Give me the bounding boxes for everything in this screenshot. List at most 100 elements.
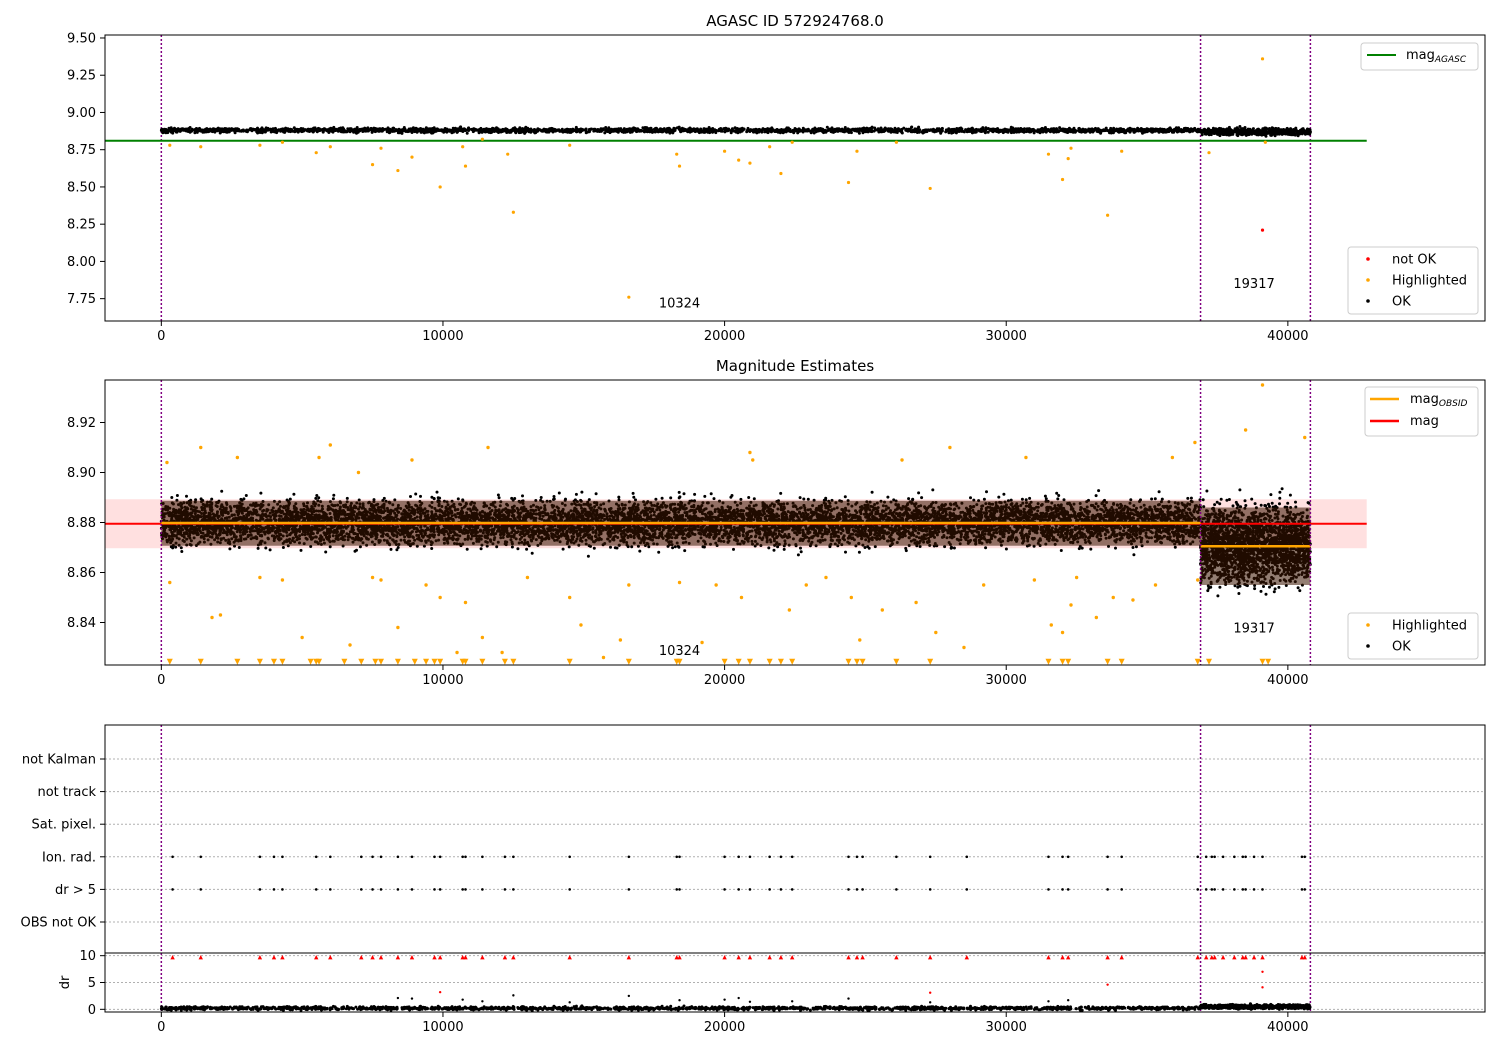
- ok-point: [1264, 134, 1268, 138]
- panel-title: AGASC ID 572924768.0: [706, 12, 884, 30]
- panel-title: Magnitude Estimates: [716, 357, 874, 375]
- ok-point: [387, 130, 391, 133]
- ok-point: [1203, 132, 1207, 136]
- ok-point: [315, 129, 319, 133]
- ok-point: [694, 127, 698, 131]
- ok-point: [825, 129, 829, 133]
- ok-point: [1204, 128, 1207, 132]
- ok-point: [513, 130, 517, 134]
- ok-point: [719, 127, 723, 130]
- ok-point: [249, 127, 253, 131]
- ok-point: [235, 128, 239, 132]
- ok-point: [852, 128, 856, 132]
- ok-point: [1056, 130, 1060, 133]
- ok-point: [1091, 129, 1095, 133]
- ok-point: [1217, 132, 1221, 136]
- ok-point: [185, 494, 188, 498]
- panel-magnitude-estimates: Magnitude Estimates10324193170 10000 20000…: [67, 357, 1486, 688]
- ok-point: [289, 127, 293, 131]
- ok-point: [1282, 131, 1286, 135]
- ok-point: [660, 130, 663, 134]
- ok-point: [299, 548, 303, 552]
- ok-point: [795, 129, 799, 133]
- ok-point: [346, 127, 350, 131]
- ok-point: [1062, 129, 1066, 133]
- ok-point: [488, 129, 492, 133]
- ok-point: [732, 547, 735, 551]
- ok-point: [580, 490, 584, 494]
- ok-point: [583, 128, 586, 132]
- ok-point: [1049, 127, 1053, 131]
- ok-point: [1128, 130, 1132, 134]
- ok-point: [418, 129, 422, 133]
- ok-point: [497, 496, 501, 500]
- ok-point: [1245, 129, 1248, 133]
- ok-point: [508, 130, 512, 134]
- highlighted-point: [779, 171, 783, 176]
- ok-point: [1009, 129, 1013, 133]
- ok-point: [683, 129, 687, 133]
- ok-point: [502, 129, 505, 133]
- ok-point: [330, 129, 334, 133]
- ok-point: [825, 125, 829, 129]
- ok-point: [1247, 131, 1251, 135]
- highlighted-point: [928, 186, 932, 191]
- highlighted-point: [461, 145, 465, 149]
- ok-point: [494, 128, 498, 132]
- ok-point: [1119, 127, 1123, 131]
- legend-bottom: not OKHighlightedOK: [1347, 246, 1479, 315]
- ok-point: [587, 498, 591, 502]
- ok-point: [981, 129, 985, 133]
- ok-point: [752, 130, 755, 134]
- highlighted-point: [480, 137, 484, 141]
- ok-point: [270, 130, 274, 133]
- ok-point: [910, 125, 914, 129]
- ok-point: [1025, 127, 1029, 131]
- ok-point: [255, 127, 259, 131]
- ok-point: [1044, 130, 1048, 134]
- x-tick-label: 0: [157, 329, 165, 344]
- ok-point: [371, 128, 375, 132]
- ok-point: [723, 126, 727, 130]
- obsid-label: 19317: [1233, 277, 1274, 292]
- highlighted-point: [328, 145, 332, 149]
- ok-point: [616, 128, 620, 132]
- ok-point: [1017, 130, 1021, 134]
- y-tick-label: 8.00: [67, 255, 96, 270]
- ok-point: [541, 129, 545, 132]
- ok-point: [1087, 127, 1091, 131]
- ok-point: [587, 128, 591, 131]
- ok-point: [220, 489, 224, 493]
- ok-point: [184, 127, 188, 131]
- ok-point: [1248, 128, 1251, 132]
- ok-point: [763, 127, 767, 131]
- ok-point: [914, 129, 918, 133]
- highlighted-point: [627, 295, 631, 299]
- ok-point: [679, 128, 683, 132]
- highlighted-point: [463, 164, 468, 168]
- ok-point: [865, 128, 869, 132]
- ok-point: [873, 126, 877, 130]
- ok-point: [601, 128, 605, 131]
- ok-point: [206, 129, 210, 133]
- ok-point: [276, 129, 280, 132]
- ok-point: [1268, 129, 1272, 133]
- highlighted-point: [370, 162, 375, 167]
- highlighted-point: [1069, 146, 1073, 150]
- ok-point: [952, 129, 956, 133]
- legend-marker: [1366, 257, 1370, 261]
- legend-marker: [1366, 278, 1370, 282]
- ok-point: [221, 129, 225, 133]
- ok-point: [1264, 131, 1268, 135]
- ok-point: [569, 129, 573, 133]
- ok-point: [801, 126, 805, 130]
- ok-point: [1276, 129, 1280, 133]
- ok-point: [532, 128, 536, 132]
- ok-point: [870, 126, 874, 130]
- ok-point: [162, 127, 166, 131]
- ok-point: [594, 129, 598, 133]
- highlighted-point: [675, 152, 679, 156]
- ok-point: [574, 492, 578, 496]
- ok-point: [1183, 128, 1186, 132]
- highlighted-point: [677, 164, 682, 168]
